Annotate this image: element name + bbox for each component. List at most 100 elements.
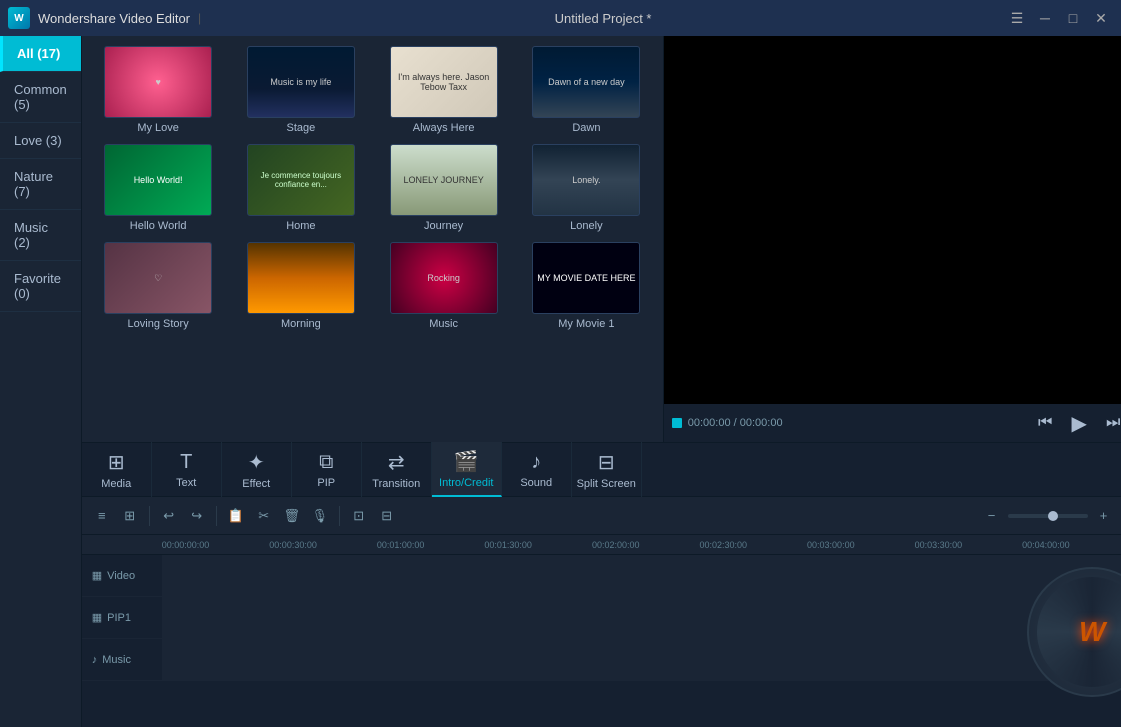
sidebar-item-all[interactable]: All (17) (0, 36, 81, 72)
zoom-slider-thumb (1048, 511, 1058, 521)
thumb-image-music: Rocking (390, 242, 498, 314)
preview-controls: 00:00:00 / 00:00:00 ⏮ ▶ ⏭ 🔊 📷 ⛶ (664, 404, 1121, 442)
effect-icon: ✦ (248, 450, 265, 475)
watermark-text: W (1079, 616, 1105, 648)
ruler-tick: 00:01:00:00 (377, 540, 425, 550)
snapshot-button[interactable]: 📋 (224, 504, 248, 528)
thumb-label-lonely: Lonely (570, 220, 602, 232)
menu-button[interactable]: ☰ (1005, 6, 1029, 30)
thumb-label-hello-world: Hello World (130, 220, 187, 232)
detach-button[interactable]: ⊡ (347, 504, 371, 528)
split-screen-label: Split Screen (577, 478, 636, 490)
pip-label: PIP (317, 477, 335, 489)
group-button[interactable]: ⊟ (375, 504, 399, 528)
thumb-image-always-here: I'm always here. Jason Tebow Taxx (390, 46, 498, 118)
sidebar-item-favorite[interactable]: Favorite (0) (0, 261, 81, 312)
thumbnail-grid: ♥My LoveMusic is my lifeStageI'm always … (92, 46, 653, 330)
tool-intro-credit[interactable]: 🎬Intro/Credit (432, 442, 502, 497)
sidebar-item-love[interactable]: Love (3) (0, 123, 81, 159)
title-bar-left: W Wondershare Video Editor | (8, 7, 201, 29)
thumb-item-loving-story[interactable]: ♡Loving Story (92, 242, 225, 330)
ruler-tick: 00:00:00:00 (162, 540, 210, 550)
tool-split-screen[interactable]: ⊟ Split Screen (572, 442, 642, 497)
thumb-label-always-here: Always Here (413, 122, 475, 134)
record-button[interactable]: 🎙 (308, 504, 332, 528)
project-title: Untitled Project * (555, 11, 652, 26)
separator (339, 506, 340, 526)
thumb-item-always-here[interactable]: I'm always here. Jason Tebow Taxx Always … (377, 46, 510, 134)
thumb-item-stage[interactable]: Music is my lifeStage (235, 46, 368, 134)
tool-text[interactable]: TText (152, 442, 222, 497)
thumb-image-hello-world: Hello World! (104, 144, 212, 216)
thumb-image-morning (247, 242, 355, 314)
media-label: Media (101, 478, 131, 490)
thumb-item-my-movie[interactable]: MY MOVIE DATE HEREMy Movie 1 (520, 242, 653, 330)
thumb-item-my-love[interactable]: ♥My Love (92, 46, 225, 134)
thumb-image-lonely: Lonely. (532, 144, 640, 216)
sound-label: Sound (520, 477, 552, 489)
timeline-marker (672, 418, 682, 428)
ruler-tick: 00:02:00:00 (592, 540, 640, 550)
thumbnail-panel: ♥My LoveMusic is my lifeStageI'm always … (82, 36, 664, 442)
watermark-inner: W (1037, 577, 1121, 687)
thumb-item-morning[interactable]: Morning (235, 242, 368, 330)
zoom-slider[interactable] (1008, 514, 1088, 518)
thumb-item-dawn[interactable]: Dawn of a new dayDawn (520, 46, 653, 134)
tool-effect[interactable]: ✦Effect (222, 442, 292, 497)
thumb-image-dawn: Dawn of a new day (532, 46, 640, 118)
thumb-item-lonely[interactable]: Lonely. Lonely (520, 144, 653, 232)
tool-transition[interactable]: ⇄Transition (362, 442, 432, 497)
thumb-image-stage: Music is my life (247, 46, 355, 118)
sidebar-item-common[interactable]: Common (5) (0, 72, 81, 123)
thumb-label-music: Music (429, 318, 458, 330)
text-label: Text (176, 477, 196, 489)
close-button[interactable]: ✕ (1089, 6, 1113, 30)
play-button[interactable]: ▶ (1065, 409, 1093, 437)
preview-panel: 00:00:00 / 00:00:00 ⏮ ▶ ⏭ 🔊 📷 ⛶ (664, 36, 1121, 442)
thumb-item-music[interactable]: Rocking Music (377, 242, 510, 330)
ruler-tick: 00:03:00:00 (807, 540, 855, 550)
media-icon: ⊞ (108, 450, 125, 475)
zoom-controls: − + ⊞ (980, 504, 1121, 528)
thumb-image-loving-story: ♡ (104, 242, 212, 314)
delete-button[interactable]: 🗑 (280, 504, 304, 528)
timeline-ruler: 00:00:00:0000:00:30:0000:01:00:0000:01:3… (82, 535, 1121, 555)
track-icon-music: ♪ (92, 654, 98, 666)
ruler-tick: 00:04:00:00 (1022, 540, 1070, 550)
list-view-button[interactable]: ≡ (90, 504, 114, 528)
thumb-item-journey[interactable]: LONELY JOURNEYJourney (377, 144, 510, 232)
step-forward-button[interactable]: ⏭ (1099, 409, 1121, 437)
redo-button[interactable]: ↪ (185, 504, 209, 528)
track-content-video[interactable] (162, 555, 1121, 596)
minimize-button[interactable]: ─ (1033, 6, 1057, 30)
track-label-music: ♪ Music (82, 654, 162, 666)
zoom-in-button[interactable]: + (1092, 504, 1116, 528)
cut-button[interactable]: ✂ (252, 504, 276, 528)
tool-media[interactable]: ⊞ Media (82, 442, 152, 497)
track-row-video: ▦ Video (82, 555, 1121, 597)
ruler-tick: 00:03:30:00 (915, 540, 963, 550)
track-content-music[interactable] (162, 639, 1121, 680)
undo-button[interactable]: ↩ (157, 504, 181, 528)
thumb-item-home[interactable]: Je commence toujours confiance en...Home (235, 144, 368, 232)
app-name: Wondershare Video Editor (38, 11, 190, 26)
app-logo: W (8, 7, 30, 29)
title-bar-controls: ☰ ─ □ ✕ (1005, 6, 1113, 30)
tool-pip[interactable]: ⧉PIP (292, 442, 362, 497)
tool-sound[interactable]: ♪ Sound (502, 442, 572, 497)
grid-view-button[interactable]: ⊞ (118, 504, 142, 528)
step-back-button[interactable]: ⏮ (1031, 409, 1059, 437)
split-screen-icon: ⊟ (598, 450, 615, 475)
thumb-label-my-love: My Love (137, 122, 179, 134)
thumb-label-my-movie: My Movie 1 (558, 318, 614, 330)
sidebar-item-nature[interactable]: Nature (7) (0, 159, 81, 210)
timeline-tracks: ▦ Video▦ PIP1♪ Music W (82, 555, 1121, 727)
restore-button[interactable]: □ (1061, 6, 1085, 30)
thumb-image-journey: LONELY JOURNEY (390, 144, 498, 216)
sidebar-item-music[interactable]: Music (2) (0, 210, 81, 261)
sound-icon: ♪ (531, 451, 541, 474)
title-bar: W Wondershare Video Editor | Untitled Pr… (0, 0, 1121, 36)
zoom-out-button[interactable]: − (980, 504, 1004, 528)
thumb-item-hello-world[interactable]: Hello World! Hello World (92, 144, 225, 232)
track-content-pip1[interactable] (162, 597, 1121, 638)
